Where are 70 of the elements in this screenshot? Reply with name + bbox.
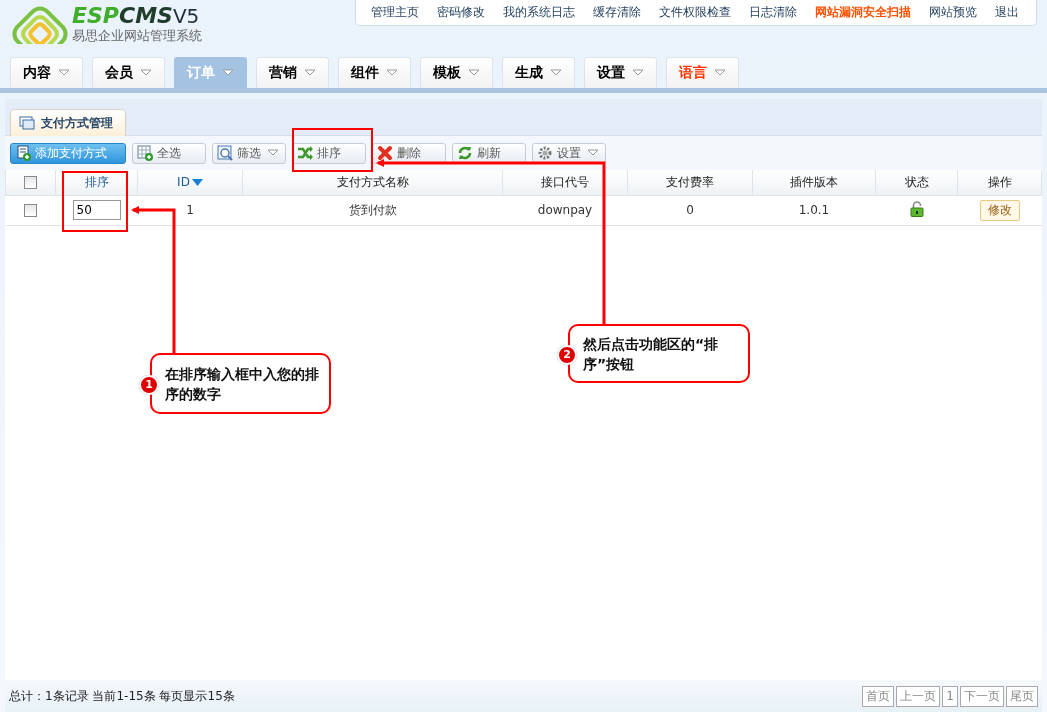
column-header: 接口代号 [541, 174, 589, 189]
panel-tab[interactable]: 支付方式管理 [10, 109, 126, 136]
callout-text: 在排序输入框中入您的排序的数字 [165, 364, 319, 404]
top-link[interactable]: 网站预览 [920, 4, 986, 20]
nav-tab[interactable]: 模板 [420, 57, 493, 88]
top-link[interactable]: 文件权限检查 [650, 4, 740, 20]
dropdown-caret-icon [304, 69, 316, 77]
gear-icon [537, 145, 553, 161]
table-cell-text: 0 [686, 203, 694, 217]
dropdown-caret-icon [550, 69, 562, 77]
table-cell-text: 1 [186, 203, 194, 217]
brand-subtitle: 易思企业网站管理系统 [72, 28, 202, 44]
table-cell-text: 货到付款 [348, 202, 397, 217]
toolbar-button[interactable]: 全选 [132, 142, 206, 164]
toolbar-button[interactable]: 设置 [532, 142, 606, 164]
nav-tab[interactable]: 设置 [584, 57, 657, 88]
nav-tab[interactable]: 生成 [502, 57, 575, 88]
table-cell-text: 1.0.1 [798, 203, 830, 217]
pagination-button[interactable]: 下一页 [960, 685, 1004, 707]
sort-descending-icon[interactable] [191, 179, 203, 187]
logo-icon [10, 4, 70, 50]
dropdown-caret-icon [632, 69, 644, 77]
shuffle-arrows-icon [297, 145, 313, 161]
select-all-checkbox[interactable] [24, 176, 37, 190]
top-link[interactable]: 退出 [986, 4, 1028, 20]
record-summary: 总计：1条记录 当前1-15条 每页显示15条 [9, 687, 235, 705]
nav-tab[interactable]: 语言 [666, 57, 739, 88]
add-document-icon [15, 145, 31, 161]
windows-icon [19, 116, 35, 130]
column-header[interactable]: ID [177, 175, 190, 190]
toolbar-button[interactable]: 筛选 [212, 142, 286, 164]
toolbar-button[interactable]: 排序 [292, 142, 366, 164]
pagination-button[interactable]: 尾页 [1006, 685, 1038, 707]
dropdown-caret-icon [714, 69, 726, 77]
column-header[interactable]: 排序 [84, 174, 109, 189]
nav-tab[interactable]: 营销 [256, 57, 329, 88]
top-link[interactable]: 管理主页 [362, 4, 428, 20]
nav-tab[interactable]: 会员 [92, 57, 165, 88]
dropdown-caret-icon [468, 69, 480, 77]
table-cell-text: downpay [537, 203, 593, 217]
toolbar-button[interactable]: 刷新 [452, 142, 526, 164]
top-link[interactable]: 密码修改 [428, 4, 494, 20]
column-header: 状态 [904, 174, 929, 189]
callout-text: 然后点击功能区的“排序”按钮 [583, 334, 720, 374]
dropdown-caret-icon [58, 69, 70, 77]
pagination-button[interactable]: 首页 [862, 685, 895, 707]
top-link[interactable]: 我的系统日志 [494, 4, 584, 20]
column-header: 插件版本 [790, 174, 838, 189]
row-checkbox[interactable] [24, 204, 37, 217]
top-link[interactable]: 日志清除 [740, 4, 806, 20]
select-grid-icon [137, 145, 153, 161]
brand-wordmark: ESPCMSV5 [72, 4, 201, 28]
refresh-icon [457, 145, 473, 161]
column-header: 支付费率 [666, 174, 714, 189]
open-padlock-icon[interactable] [909, 200, 924, 217]
dropdown-caret-icon [222, 69, 234, 77]
top-link[interactable]: 缓存清除 [584, 4, 650, 20]
pagination-button[interactable]: 上一页 [896, 685, 941, 707]
order-input-field[interactable]: 50 [72, 200, 121, 220]
column-header: 操作 [987, 174, 1012, 189]
edit-button[interactable]: 修改 [979, 199, 1020, 221]
highlight-frame [62, 171, 128, 232]
dropdown-caret-icon [140, 69, 152, 77]
magnifier-icon [217, 145, 233, 161]
nav-tab[interactable]: 组件 [338, 57, 411, 88]
dropdown-caret-icon [386, 69, 398, 77]
column-header: 支付方式名称 [336, 174, 409, 189]
nav-tab[interactable]: 内容 [10, 57, 83, 88]
cross-icon [377, 145, 393, 161]
pagination-button[interactable]: 1 [942, 685, 958, 707]
